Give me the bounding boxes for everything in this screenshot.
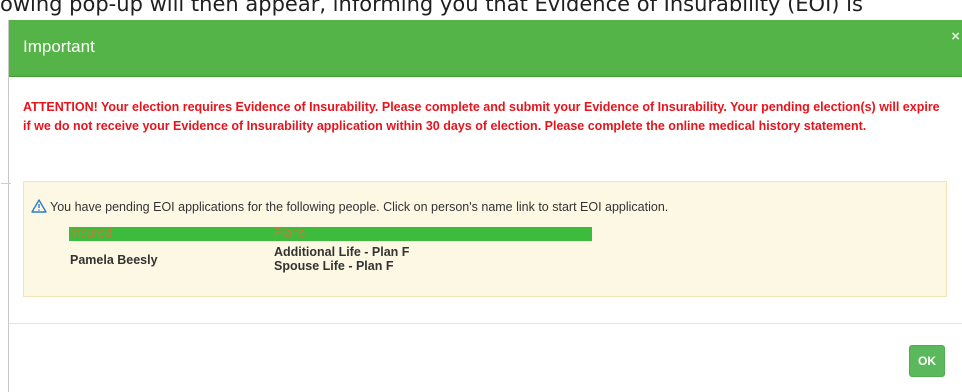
column-header-plans: Plans	[274, 226, 306, 240]
divider	[1, 183, 11, 184]
plan-item: Spouse Life - Plan F	[274, 259, 394, 273]
modal-title: Important	[23, 37, 95, 56]
close-icon[interactable]: ×	[951, 28, 960, 45]
notice-text: You have pending EOI applications for th…	[50, 200, 669, 214]
modal-header: Important ×	[9, 20, 962, 77]
eoi-table: Insured Plans Pamela Beesly Additional L…	[69, 226, 592, 281]
table-row: Pamela Beesly Additional Life - Plan F S…	[69, 241, 592, 281]
warning-triangle-icon	[31, 199, 47, 213]
ok-button[interactable]: OK	[909, 345, 945, 377]
important-modal: Important × ATTENTION! Your election req…	[1, 20, 962, 392]
attention-message: ATTENTION! Your election requires Eviden…	[23, 100, 940, 133]
background-caption: owing pop-up will then appear, informing…	[0, 0, 863, 16]
notice-line: You have pending EOI applications for th…	[31, 199, 668, 214]
plan-item: Additional Life - Plan F	[274, 245, 410, 259]
plans-cell: Additional Life - Plan F Spouse Life - P…	[274, 245, 409, 273]
insured-name-link[interactable]: Pamela Beesly	[70, 253, 158, 267]
footer-divider	[9, 323, 962, 324]
column-header-insured: Insured	[70, 226, 112, 240]
pending-eoi-notice: You have pending EOI applications for th…	[23, 181, 947, 297]
table-header: Insured Plans	[69, 226, 592, 241]
